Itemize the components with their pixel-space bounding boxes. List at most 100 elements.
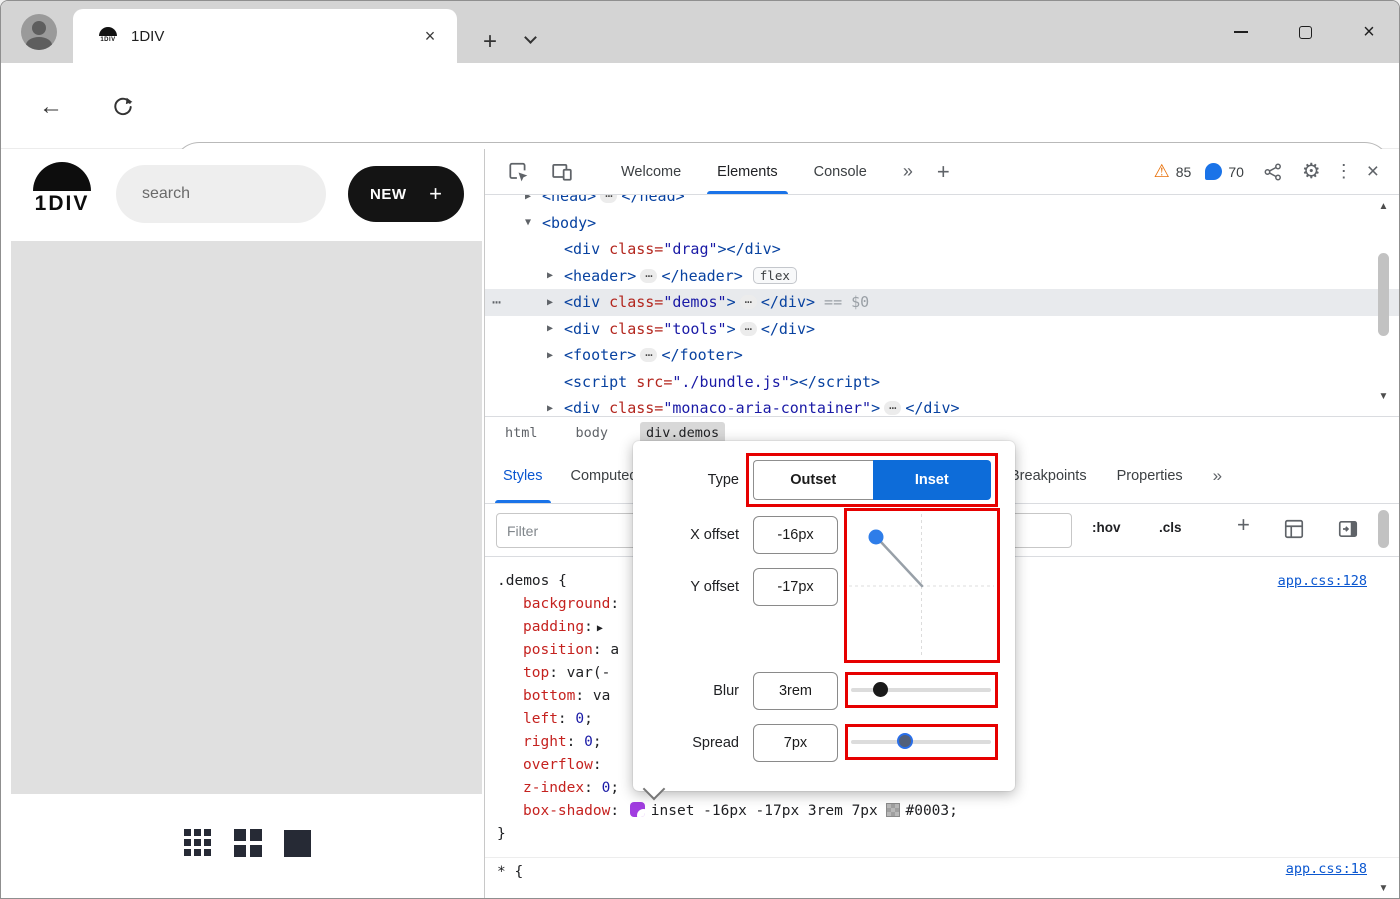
expand-dots-button[interactable]: ⋯ bbox=[740, 322, 757, 336]
demos-canvas bbox=[11, 241, 482, 794]
expand-dots-button[interactable]: ⋯ bbox=[884, 401, 901, 415]
scroll-down-icon[interactable]: ▼ bbox=[1375, 391, 1392, 402]
stylesheet-link-2[interactable]: app.css:18 bbox=[1286, 858, 1367, 881]
y-offset-input[interactable] bbox=[753, 568, 838, 606]
color-swatch[interactable] bbox=[886, 803, 900, 817]
outset-button[interactable]: Outset bbox=[753, 460, 873, 500]
back-button[interactable]: ← bbox=[31, 87, 71, 127]
open-sidebar-icon[interactable] bbox=[1337, 518, 1359, 540]
close-button[interactable]: × bbox=[1337, 5, 1400, 59]
dom-tree-node[interactable]: ▼<body> bbox=[485, 210, 1400, 237]
css-selector[interactable]: .demos { bbox=[497, 573, 567, 589]
devtools-tab-welcome[interactable]: Welcome bbox=[603, 149, 699, 194]
node-menu-dots[interactable]: ⋯ bbox=[492, 293, 501, 311]
blur-input[interactable] bbox=[753, 672, 838, 710]
pane-tab-styles[interactable]: Styles bbox=[489, 448, 557, 503]
browser-tab[interactable]: 1DIV 1DIV × bbox=[73, 9, 457, 63]
blur-slider-thumb[interactable] bbox=[873, 682, 888, 697]
offset-2d-pad[interactable] bbox=[846, 511, 997, 661]
inset-button[interactable]: Inset bbox=[873, 460, 992, 500]
tree-arrow-icon[interactable]: ▶ bbox=[547, 297, 564, 308]
search-input[interactable] bbox=[116, 165, 326, 223]
new-demo-button[interactable]: NEW + bbox=[348, 166, 464, 222]
site-favicon-icon: 1DIV bbox=[97, 25, 119, 47]
devtools-toolbar: WelcomeElementsConsole » + ⚠ 85 70 bbox=[485, 149, 1400, 195]
x-offset-input[interactable] bbox=[753, 516, 838, 554]
spread-input[interactable] bbox=[753, 724, 838, 762]
spread-slider[interactable] bbox=[851, 734, 991, 750]
dom-tree-node[interactable]: ▶<div class="tools">⋯</div> bbox=[485, 316, 1400, 343]
spread-slider-thumb[interactable] bbox=[897, 733, 913, 749]
more-panes-icon[interactable]: » bbox=[1213, 466, 1222, 486]
css-rule-header-2: * { app.css:18 bbox=[485, 857, 1400, 880]
flex-badge[interactable]: flex bbox=[753, 267, 797, 284]
expand-dots-button[interactable]: ⋯ bbox=[600, 195, 617, 203]
add-panel-icon[interactable]: + bbox=[937, 159, 950, 185]
refresh-icon bbox=[112, 96, 134, 118]
layout-switcher bbox=[184, 829, 311, 857]
gear-icon[interactable]: ⚙ bbox=[1302, 159, 1321, 184]
console-messages-counter[interactable]: 70 bbox=[1205, 163, 1244, 180]
tree-arrow-icon[interactable]: ▶ bbox=[547, 403, 564, 414]
tab-close-icon[interactable]: × bbox=[417, 23, 443, 49]
connections-icon[interactable] bbox=[1258, 157, 1288, 187]
more-tabs-icon[interactable]: » bbox=[903, 161, 913, 182]
devtools-close-icon[interactable]: × bbox=[1367, 160, 1379, 184]
styles-pane-tabs-right: Breakpoints Properties » bbox=[1010, 448, 1222, 503]
element-classes-toggle[interactable]: .cls bbox=[1159, 520, 1182, 535]
expand-dots-button[interactable]: ⋯ bbox=[640, 348, 657, 362]
shadow-editor-icon[interactable] bbox=[630, 802, 645, 817]
maximize-button[interactable] bbox=[1273, 5, 1337, 59]
css-selector-2[interactable]: * { bbox=[497, 864, 523, 880]
dom-tree-node[interactable]: ⋯▶<div class="demos">⋯</div> == $0 bbox=[485, 289, 1400, 316]
refresh-button[interactable] bbox=[103, 87, 143, 127]
breadcrumb-item-body[interactable]: body bbox=[570, 422, 615, 444]
dom-tree-node[interactable]: ▶<header>⋯</header>flex bbox=[485, 263, 1400, 290]
scroll-up-icon[interactable]: ▲ bbox=[1375, 201, 1392, 212]
styles-scrollbar: ▼ bbox=[1375, 506, 1392, 899]
blur-slider[interactable] bbox=[851, 682, 991, 698]
tab-list-chevron-icon[interactable] bbox=[521, 31, 539, 49]
tree-arrow-icon[interactable]: ▶ bbox=[525, 195, 542, 202]
new-style-rule-button[interactable]: + bbox=[1237, 512, 1250, 538]
blur-slider-track[interactable] bbox=[851, 688, 991, 692]
devtools-tab-elements[interactable]: Elements bbox=[699, 149, 795, 194]
expand-dots-button[interactable]: ⋯ bbox=[640, 269, 657, 283]
pane-tab-properties[interactable]: Properties bbox=[1117, 468, 1183, 484]
breadcrumb-item-html[interactable]: html bbox=[499, 422, 544, 444]
logo-dome-icon bbox=[33, 162, 91, 191]
issues-counter[interactable]: ⚠ 85 bbox=[1154, 161, 1192, 182]
stylesheet-link[interactable]: app.css:128 bbox=[1278, 570, 1367, 593]
pane-tab-breakpoints[interactable]: Breakpoints bbox=[1010, 468, 1087, 484]
grid-3x3-view-button[interactable] bbox=[184, 829, 212, 857]
inspect-element-icon[interactable] bbox=[503, 157, 533, 187]
dom-tree-node[interactable]: <script src="./bundle.js"></script> bbox=[485, 369, 1400, 396]
devtools-tab-console[interactable]: Console bbox=[796, 149, 885, 194]
grid-2x2-view-button[interactable] bbox=[234, 829, 262, 857]
tree-arrow-icon[interactable]: ▶ bbox=[547, 323, 564, 334]
minimize-button[interactable] bbox=[1209, 5, 1273, 59]
dom-tree-node[interactable]: ▶<head>⋯</head> bbox=[485, 195, 1400, 210]
dom-tree-node[interactable]: <div class="drag"></div> bbox=[485, 236, 1400, 263]
kebab-menu-icon[interactable]: ⋮ bbox=[1335, 161, 1353, 182]
scrollbar-thumb[interactable] bbox=[1378, 253, 1389, 336]
scrollbar-thumb[interactable] bbox=[1378, 510, 1389, 548]
new-tab-button[interactable]: + bbox=[475, 27, 505, 57]
tree-arrow-icon[interactable]: ▶ bbox=[547, 270, 564, 281]
hover-state-toggle[interactable]: :hov bbox=[1092, 520, 1121, 535]
spread-slider-track[interactable] bbox=[851, 740, 991, 744]
css-declaration-box-shadow[interactable]: box-shadow: inset -16px -17px 3rem 7px #… bbox=[485, 800, 1400, 823]
device-toolbar-icon[interactable] bbox=[547, 157, 577, 187]
type-label: Type bbox=[633, 472, 739, 488]
tree-arrow-icon[interactable]: ▼ bbox=[525, 217, 542, 228]
dom-tree-node[interactable]: ▶<footer>⋯</footer> bbox=[485, 342, 1400, 369]
profile-avatar[interactable] bbox=[21, 14, 57, 50]
tree-arrow-icon[interactable]: ▶ bbox=[547, 350, 564, 361]
expand-dots-button[interactable]: ⋯ bbox=[740, 295, 757, 309]
scroll-down-icon[interactable]: ▼ bbox=[1375, 883, 1392, 894]
computed-sidebar-icon[interactable] bbox=[1283, 518, 1305, 540]
dom-tree-node[interactable]: ▶<div class="monaco-aria-container">⋯</d… bbox=[485, 395, 1400, 416]
single-view-button[interactable] bbox=[284, 830, 311, 857]
spread-label: Spread bbox=[633, 735, 739, 751]
devtools-tabs: WelcomeElementsConsole bbox=[603, 149, 885, 194]
